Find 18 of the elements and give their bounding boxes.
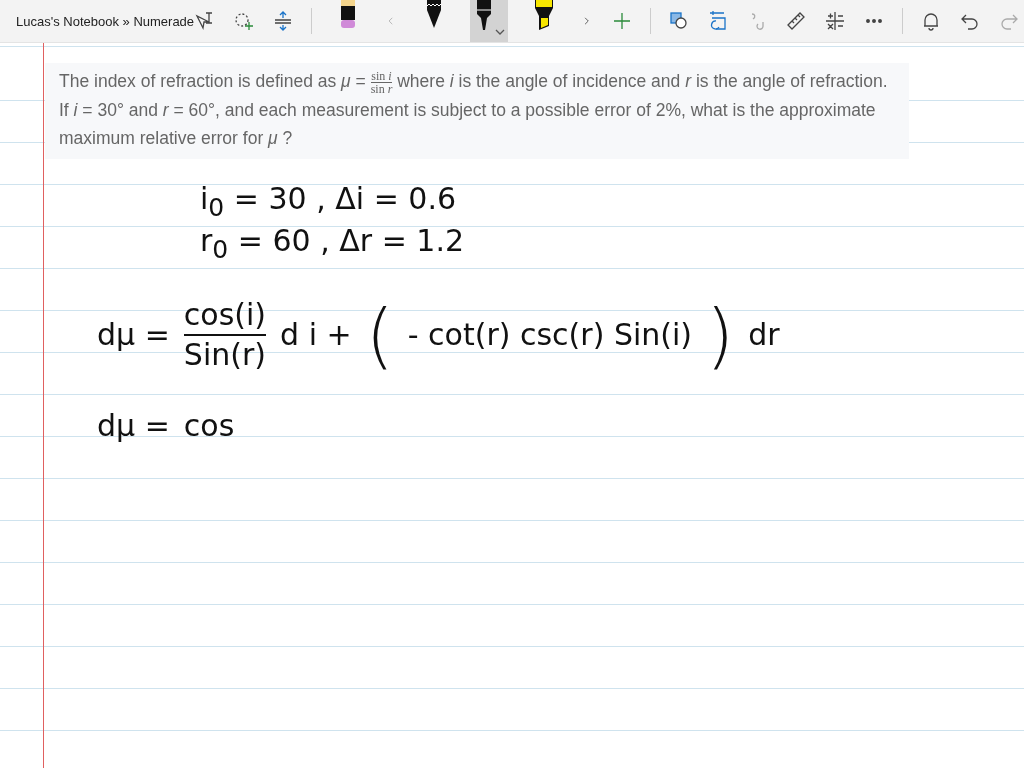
handwritten-parenthesis: ) <box>706 298 735 371</box>
handwritten-parenthesis: ( <box>365 298 394 371</box>
math-icon[interactable] <box>824 10 847 32</box>
handwritten-text: r$_{0}$ = 60 , Δr = 1.2 <box>200 223 465 264</box>
handwritten-text: dr <box>748 317 780 352</box>
handwritten-text: i$_{0}$ = 30 , Δi = 0.6 <box>200 181 457 222</box>
handwritten-text: dμ = <box>97 317 170 352</box>
highlighter-icon <box>533 0 556 30</box>
handwritten-text: - cot(r) csc(r) Sin(i) <box>407 317 693 352</box>
handwritten-text: cos <box>183 408 235 443</box>
window-title: Lucas's Notebook » Numerade <box>15 13 195 29</box>
handwritten-text: d i + <box>280 317 352 352</box>
handwritten-text: dμ = <box>97 408 170 443</box>
handwritten-fraction: cos(i) Sin(r) <box>183 295 267 374</box>
question-text: The index of refraction is defined as μ = sin i sin r where i is the angle of incidence and r is the angle of refraction. If i = 30° and r = 60°, and each measurement is subject to a possible error of 2%, what is the approximate maximum relative error for μ ? <box>45 63 909 159</box>
caret-icon[interactable] <box>495 28 506 36</box>
add-space-icon[interactable] <box>233 10 256 32</box>
pen-button[interactable] <box>470 0 509 42</box>
